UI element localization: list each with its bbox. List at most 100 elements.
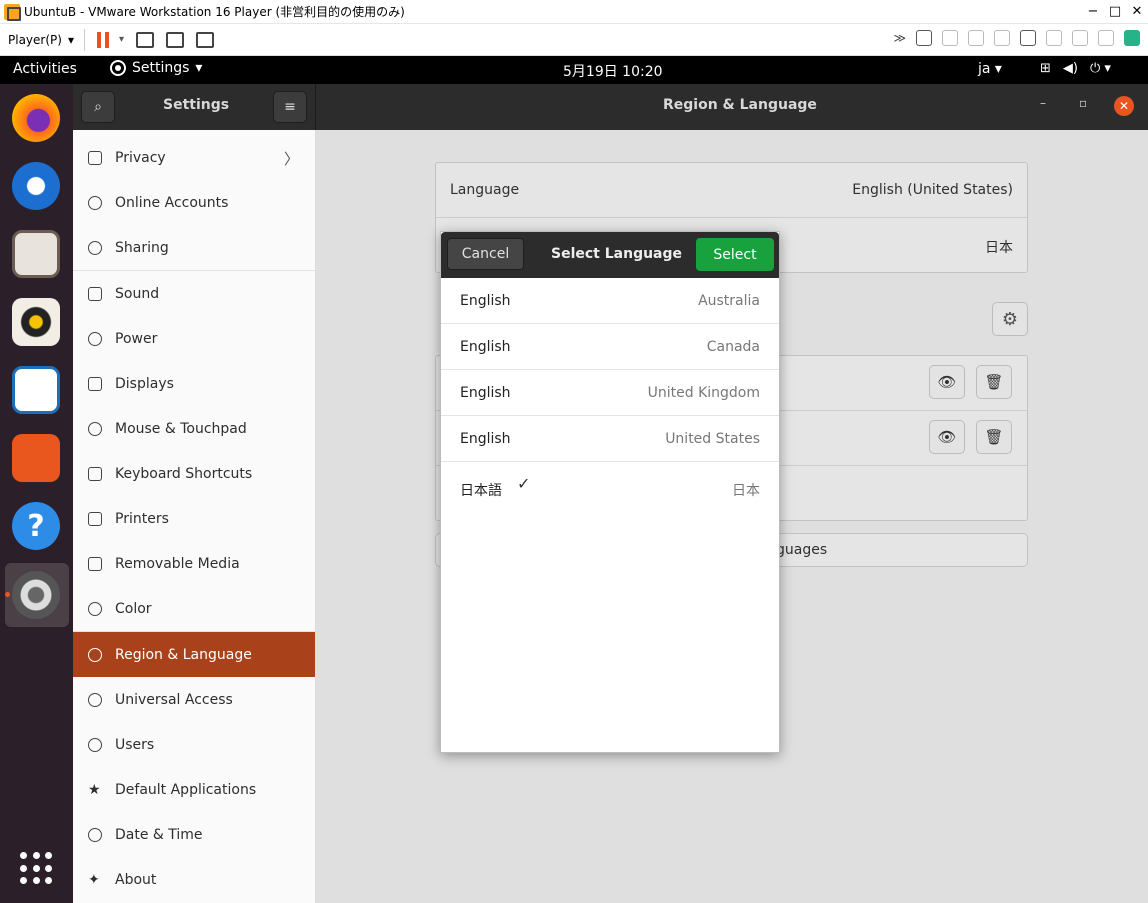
- message-icon[interactable]: [1124, 30, 1140, 46]
- language-region: 日本: [732, 483, 760, 499]
- cancel-button[interactable]: Cancel: [447, 238, 524, 270]
- network-icon[interactable]: [1020, 30, 1036, 46]
- hdd-icon[interactable]: [916, 30, 932, 46]
- power-icon: ⏻ ▾: [1089, 61, 1111, 76]
- select-button[interactable]: Select: [696, 238, 774, 271]
- select-language-dialog: Cancel Select Language Select English Au…: [440, 231, 780, 753]
- sidebar-item-sound[interactable]: Sound: [73, 271, 315, 316]
- close-window-button[interactable]: ✕: [1126, 4, 1148, 19]
- app-menu[interactable]: Settings ▾: [110, 60, 202, 76]
- minimize-button[interactable]: −: [1082, 4, 1104, 19]
- language-option-english-uk[interactable]: English United Kingdom: [441, 370, 779, 416]
- language-region: Canada: [706, 339, 760, 355]
- language-region: United States: [665, 431, 760, 447]
- unity-mode-icon[interactable]: [196, 31, 215, 48]
- sidebar-item-label: About: [115, 871, 157, 888]
- sidebar-item-label: Keyboard Shortcuts: [115, 465, 253, 482]
- chevron-down-icon[interactable]: ▾: [119, 34, 124, 45]
- sidebar-item-universal-access[interactable]: Universal Access: [73, 677, 315, 722]
- more-icon[interactable]: ≫: [893, 31, 906, 45]
- chevron-down-icon: ▾: [195, 60, 203, 76]
- language-option-japanese[interactable]: 日本語 ✓ 日本: [441, 462, 779, 516]
- maximize-button[interactable]: □: [1104, 4, 1126, 19]
- sidebar-item-default-applications[interactable]: ★ Default Applications: [73, 767, 315, 812]
- sidebar-item-displays[interactable]: Displays: [73, 361, 315, 406]
- clock[interactable]: 5月19日 10:20: [563, 61, 663, 81]
- language-name: English: [460, 293, 511, 309]
- sidebar-item-label: Sharing: [115, 239, 169, 256]
- sidebar-item-power[interactable]: Power: [73, 316, 315, 361]
- chevron-right-icon: 〉: [283, 150, 299, 168]
- sidebar-item-label: Privacy: [115, 149, 166, 166]
- running-indicator: [5, 592, 10, 597]
- rhythmbox-icon[interactable]: [12, 298, 60, 346]
- language-option-english-australia[interactable]: English Australia: [441, 278, 779, 324]
- language-option-english-canada[interactable]: English Canada: [441, 324, 779, 370]
- help-icon[interactable]: ?: [12, 502, 60, 550]
- sidebar-item-keyboard-shortcuts[interactable]: Keyboard Shortcuts: [73, 451, 315, 496]
- language-name: English: [460, 385, 511, 401]
- language-region: Australia: [698, 293, 760, 309]
- sidebar-item-printers[interactable]: Printers: [73, 496, 315, 541]
- menu-button[interactable]: ≡: [273, 91, 307, 123]
- power-icon: [88, 331, 102, 346]
- settings-content-header: Region & Language – ▫ ✕: [316, 84, 1148, 130]
- sidebar-item-label: Online Accounts: [115, 194, 229, 211]
- input-method-label: ja: [978, 61, 991, 77]
- thunderbird-icon[interactable]: [12, 162, 60, 210]
- dialog-title: Select Language: [551, 246, 683, 262]
- language-name: 日本語: [460, 483, 502, 499]
- network-icon: ⊞: [1040, 61, 1051, 76]
- sidebar-item-removable-media[interactable]: Removable Media: [73, 541, 315, 586]
- sidebar-item-color[interactable]: Color: [73, 586, 315, 631]
- search-button[interactable]: ⌕: [81, 91, 115, 123]
- sidebar-item-about[interactable]: ✦ About: [73, 857, 315, 902]
- sidebar-item-label: Color: [115, 600, 152, 617]
- activities-button[interactable]: Activities: [13, 61, 77, 77]
- color-icon: [88, 601, 102, 616]
- fullscreen-icon[interactable]: [166, 31, 185, 48]
- sidebar-item-label: Mouse & Touchpad: [115, 420, 247, 437]
- minimize-button[interactable]: –: [1040, 96, 1046, 110]
- back-icon[interactable]: [1072, 30, 1088, 46]
- users-icon: [88, 737, 102, 752]
- maximize-button[interactable]: ▫: [1079, 96, 1087, 110]
- libreoffice-writer-icon[interactable]: [12, 366, 60, 414]
- language-name: English: [460, 431, 511, 447]
- sidebar-item-label: Displays: [115, 375, 174, 392]
- settings-app-icon[interactable]: [12, 571, 60, 619]
- send-ctrl-alt-del-icon[interactable]: [136, 31, 155, 48]
- player-menu-button[interactable]: Player(P) ▾: [8, 33, 74, 47]
- page-title: Region & Language: [663, 97, 817, 113]
- music-note-icon: [88, 286, 102, 301]
- language-option-english-us[interactable]: English United States: [441, 416, 779, 462]
- sidebar-item-region-language[interactable]: Region & Language: [73, 632, 315, 677]
- sidebar-item-users[interactable]: Users: [73, 722, 315, 767]
- app-menu-label: Settings: [132, 60, 190, 76]
- sidebar-item-privacy[interactable]: Privacy 〉: [73, 135, 315, 180]
- sidebar-item-date-time[interactable]: Date & Time: [73, 812, 315, 857]
- close-button[interactable]: ✕: [1114, 96, 1134, 116]
- software-center-icon[interactable]: [12, 434, 60, 482]
- files-icon[interactable]: [12, 230, 60, 278]
- show-applications-icon[interactable]: [20, 852, 54, 886]
- cloud-icon: [88, 195, 102, 210]
- sidebar-item-label: Printers: [115, 510, 169, 527]
- system-tray[interactable]: ⊞ ◀) ⏻ ▾: [1040, 61, 1111, 76]
- sidebar-item-sharing[interactable]: Sharing: [73, 225, 315, 270]
- sidebar-item-label: Removable Media: [115, 555, 240, 572]
- globe-icon: [88, 647, 102, 662]
- sidebar-item-label: Date & Time: [115, 826, 203, 843]
- toolbar-divider: [83, 28, 85, 51]
- firefox-icon[interactable]: [12, 94, 60, 142]
- printer-icon[interactable]: [1046, 30, 1062, 46]
- cd-icon[interactable]: [942, 30, 958, 46]
- floppy-icon[interactable]: [994, 30, 1010, 46]
- sidebar-item-label: Users: [115, 736, 155, 753]
- forward-icon[interactable]: [1098, 30, 1114, 46]
- sidebar-item-online-accounts[interactable]: Online Accounts: [73, 180, 315, 225]
- cd-icon[interactable]: [968, 30, 984, 46]
- pause-icon[interactable]: [96, 31, 111, 48]
- sidebar-item-mouse-touchpad[interactable]: Mouse & Touchpad: [73, 406, 315, 451]
- input-method-indicator[interactable]: ja ▾: [978, 61, 1002, 77]
